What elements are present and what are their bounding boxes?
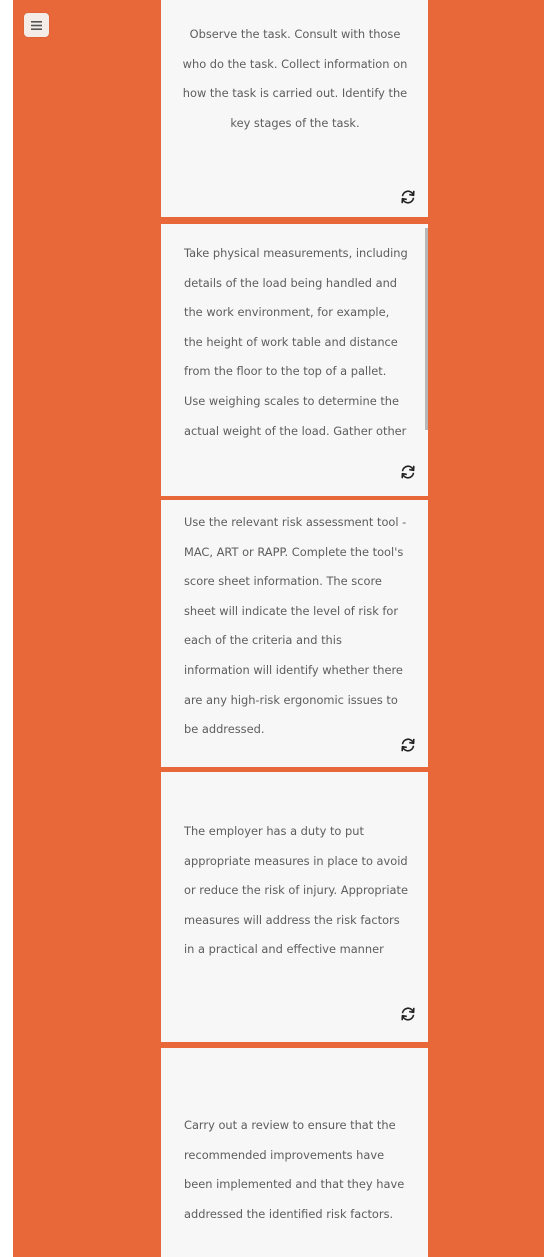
card-scrollbar[interactable] [425,228,428,430]
flip-card-icon[interactable] [399,463,417,481]
card-text: Carry out a review to ensure that the re… [184,1118,405,1221]
page-background: Observe the task. Consult with those who… [13,0,544,1257]
text-fade-overlay [161,456,428,496]
card-text: Use the relevant risk assessment tool - … [184,515,407,737]
flip-card-assess[interactable]: Use the relevant risk assessment tool - … [161,500,428,767]
flip-card-identify[interactable]: Observe the task. Consult with those who… [161,0,428,217]
card-text: Take physical measurements, including de… [184,246,408,438]
flip-card-review[interactable]: Carry out a review to ensure that the re… [161,1048,428,1257]
hamburger-menu-icon [31,20,42,30]
flip-card-duty[interactable]: The employer has a duty to put appropria… [161,772,428,1042]
flip-card-icon[interactable] [399,1005,417,1023]
menu-button[interactable] [24,13,49,37]
flip-card-measure[interactable]: Take physical measurements, including de… [161,224,428,496]
card-text: Observe the task. Consult with those who… [182,27,408,130]
flip-card-icon[interactable] [399,188,417,206]
card-text: The employer has a duty to put appropria… [184,824,408,957]
flip-card-icon[interactable] [399,736,417,754]
